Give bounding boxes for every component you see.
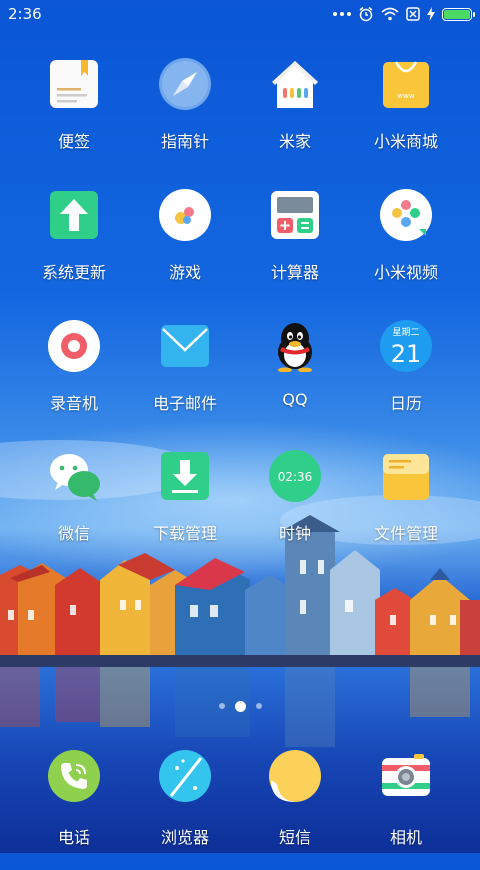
dock-messages[interactable]: 短信: [240, 750, 350, 870]
app-label: 电话: [57, 828, 90, 847]
app-label: 短信: [278, 828, 311, 847]
calculator-icon: [271, 191, 319, 239]
camera-icon: [382, 754, 430, 796]
app-mi-store[interactable]: www 小米商城: [351, 58, 461, 178]
email-icon: [161, 325, 209, 367]
app-games[interactable]: 游戏: [130, 189, 240, 309]
clock-icon: 02:36: [269, 450, 321, 502]
page-indicator[interactable]: [0, 700, 480, 712]
app-label: 计算器: [270, 263, 319, 282]
qq-icon: [278, 323, 312, 372]
app-calculator[interactable]: 计算器: [240, 189, 350, 309]
compass-icon: [159, 58, 211, 110]
store-icon-text: www: [397, 92, 414, 100]
status-time: 2:36: [8, 5, 42, 23]
app-compass[interactable]: 指南针: [130, 58, 240, 178]
wechat-icon: [50, 454, 100, 501]
app-wechat[interactable]: 微信: [19, 450, 129, 570]
app-label: 下载管理: [152, 524, 217, 543]
dock-camera[interactable]: 相机: [351, 750, 461, 870]
page-dot[interactable]: [218, 703, 225, 709]
app-mi-video[interactable]: 小米视频: [351, 189, 461, 309]
app-label: 相机: [389, 828, 422, 847]
dock-phone[interactable]: 电话: [19, 750, 129, 870]
app-label: QQ: [282, 390, 308, 409]
app-clock[interactable]: 02:36 时钟: [240, 450, 350, 570]
page-dot[interactable]: [255, 703, 262, 709]
app-label: 浏览器: [160, 828, 209, 847]
app-label: 系统更新: [41, 263, 106, 282]
app-download-manager[interactable]: 下载管理: [130, 450, 240, 570]
battery-icon: [442, 7, 475, 21]
app-system-update[interactable]: 系统更新: [19, 189, 129, 309]
app-recorder[interactable]: 录音机: [19, 320, 129, 440]
notes-icon: [50, 60, 98, 108]
app-label: 电子邮件: [152, 394, 217, 413]
clock-widget-time: 02:36: [278, 470, 313, 484]
browser-icon: [159, 750, 211, 802]
no-sim-icon: [406, 7, 420, 21]
download-icon: [161, 452, 209, 500]
dock-browser[interactable]: 浏览器: [130, 750, 240, 870]
mi-home-icon: [272, 61, 318, 108]
app-label: 日历: [389, 394, 422, 413]
app-label: 指南针: [160, 132, 209, 151]
more-notifications-icon: [333, 12, 351, 16]
system-update-icon: [50, 191, 98, 239]
status-bar: 2:36: [0, 0, 480, 28]
mi-video-icon: [380, 189, 432, 241]
app-calendar[interactable]: 星期二 21 日历: [351, 320, 461, 440]
app-label: 录音机: [49, 394, 98, 413]
mi-store-icon: www: [383, 61, 429, 108]
app-label: 米家: [278, 132, 311, 151]
file-manager-icon: [383, 454, 429, 500]
app-label: 小米视频: [373, 263, 438, 282]
charging-icon: [427, 7, 435, 21]
app-label: 便签: [57, 132, 90, 151]
app-label: 微信: [57, 524, 90, 543]
calendar-icon: 星期二 21: [380, 320, 432, 372]
calendar-weekday: 星期二: [392, 327, 419, 338]
wifi-icon: [381, 7, 399, 21]
page-dot-active[interactable]: [234, 700, 246, 712]
app-label: 小米商城: [373, 132, 438, 151]
calendar-day: 21: [391, 340, 422, 368]
app-mi-home[interactable]: 米家: [240, 58, 350, 178]
alarm-icon: [359, 6, 373, 22]
app-label: 游戏: [168, 263, 201, 282]
messages-icon: [269, 750, 321, 802]
phone-icon: [48, 750, 100, 802]
app-qq[interactable]: QQ: [240, 320, 350, 440]
games-icon: [159, 189, 211, 241]
app-file-manager[interactable]: 文件管理: [351, 450, 461, 570]
app-notes[interactable]: 便签: [19, 58, 129, 178]
app-email[interactable]: 电子邮件: [130, 320, 240, 440]
recorder-icon: [48, 320, 100, 372]
app-label: 时钟: [278, 524, 311, 543]
app-label: 文件管理: [373, 524, 438, 543]
